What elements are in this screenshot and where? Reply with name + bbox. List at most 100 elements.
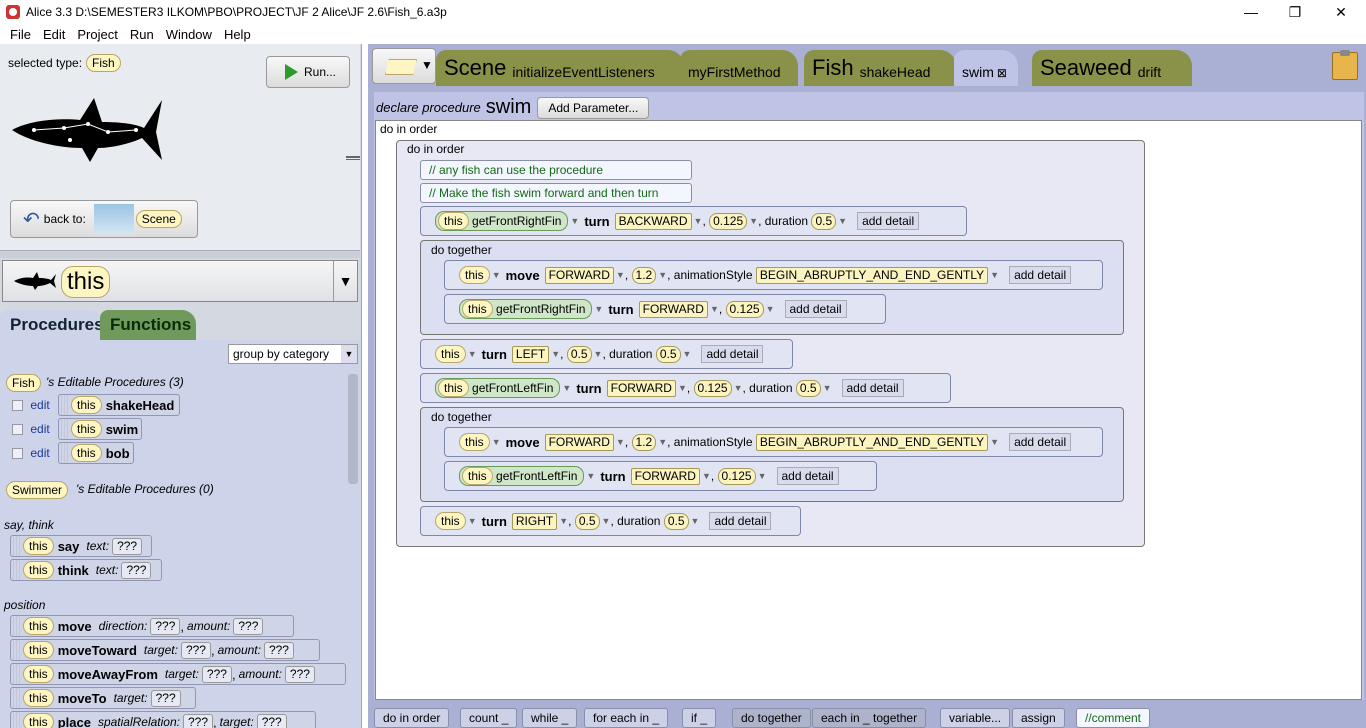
ctrl-assign[interactable]: assign [1012,708,1065,728]
splitter-handle[interactable] [346,156,360,160]
tile-think[interactable]: this think text:??? [10,559,162,581]
amount-value[interactable]: 0.125 [725,300,764,318]
add-detail-button[interactable]: add detail [709,512,772,530]
arg-value: ??? [180,641,211,659]
instance-combo[interactable]: this ▼ [2,260,358,302]
menu-file[interactable]: File [10,27,31,42]
direction-value[interactable]: FORWARD [630,467,700,485]
proc-checkbox[interactable] [12,448,23,460]
tab-drift[interactable]: drift [1138,64,1161,80]
add-parameter-button[interactable]: Add Parameter... [537,96,650,119]
amount-value[interactable]: 1.2 [631,266,657,284]
tab-procedures[interactable]: Procedures [0,310,104,340]
duration-value[interactable]: 0.5 [795,379,821,397]
menu-project[interactable]: Project [77,27,117,42]
left-splitter[interactable] [0,250,360,258]
tab-close-icon[interactable]: ⊠ [997,66,1007,80]
ctrl-count[interactable]: count _ [460,708,518,728]
duration-value[interactable]: 0.5 [811,212,837,230]
proc-tile-shakehead[interactable]: this shakeHead [58,394,180,416]
tile-move[interactable]: this move direction:???, amount:??? [10,615,294,637]
add-detail-button[interactable]: add detail [1009,433,1072,451]
tab-functions[interactable]: Functions [100,310,196,340]
edit-link[interactable]: edit [30,446,49,460]
proc-name: move [57,618,92,634]
direction-value[interactable]: RIGHT [511,512,558,530]
ctrl-if[interactable]: if _ [682,708,717,728]
tab-initializeeventlisteners[interactable]: initializeEventListeners [512,64,654,80]
menu-edit[interactable]: Edit [43,27,65,42]
tab-seaweed[interactable]: Seaweed [1040,56,1132,80]
menu-run[interactable]: Run [130,27,154,42]
edit-link[interactable]: edit [30,398,49,412]
clipboard-icon[interactable] [1332,50,1358,80]
ctrl-do-in-order[interactable]: do in order [374,708,450,728]
statement-turn-left-fin[interactable]: this getFrontLeftFin ▼ turn FORWARD ▼, 0.1… [420,373,951,403]
combo-dropdown-icon[interactable]: ▼ [333,261,357,301]
duration-value[interactable]: 0.5 [655,345,681,363]
statement-turn-right[interactable]: this ▼ turn RIGHT ▼, 0.5 ▼ , duration 0.5 ▼ … [420,506,801,536]
statement-turn-left-fin-2[interactable]: this getFrontLeftFin ▼ turn FORWARD ▼, 0.1… [444,461,877,491]
direction-value[interactable]: FORWARD [606,379,676,397]
add-detail-button[interactable]: add detail [776,467,839,485]
tab-scene[interactable]: Scene [444,56,506,80]
direction-value[interactable]: FORWARD [544,266,614,284]
run-button[interactable]: Run... [266,56,350,88]
add-detail-button[interactable]: add detail [701,345,764,363]
tab-swim-active[interactable]: swim ⊠ [954,50,1018,86]
amount-value[interactable]: 0.125 [709,212,748,230]
direction-value[interactable]: BACKWARD [614,212,692,230]
amount-value[interactable]: 1.2 [631,433,657,451]
palette-scrollbar[interactable] [348,374,358,484]
ctrl-comment[interactable]: //comment [1076,708,1151,728]
comment-1[interactable]: // any fish can use the procedure [420,160,692,180]
dropdown-icon[interactable]: ▼ [570,216,579,226]
tile-say[interactable]: this say text:??? [10,535,152,557]
statement-turn-right-fin[interactable]: this getFrontRightFin ▼ turn BACKWARD ▼, 0… [420,206,967,236]
proc-tile-swim[interactable]: this swim [58,418,142,440]
tile-place[interactable]: this place spatialRelation:???, target:??? [10,711,316,728]
statement-turn-left[interactable]: this ▼ turn LEFT ▼, 0.5 ▼ , duration 0.5 ▼ a… [420,339,793,369]
amount-value[interactable]: 0.125 [693,379,732,397]
tile-moveto[interactable]: this moveTo target:??? [10,687,196,709]
tab-fish[interactable]: Fish [812,56,854,80]
statement-move-forward-2[interactable]: this ▼ move FORWARD ▼, 1.2 ▼ , animationSty… [444,427,1103,457]
tab-shakehead[interactable]: shakeHead [860,64,931,80]
tab-myfirstmethod[interactable]: myFirstMethod [688,64,781,80]
duration-value[interactable]: 0.5 [663,512,689,530]
back-to-button[interactable]: ↶ back to: Scene [10,200,198,238]
type-selector-button[interactable]: ▼ [372,48,436,84]
comment-2[interactable]: // Make the fish swim forward and then t… [420,183,692,203]
statement-turn-right-fin-2[interactable]: this getFrontRightFin ▼ turn FORWARD ▼, 0.… [444,294,886,324]
add-detail-button[interactable]: add detail [784,300,847,318]
ctrl-each-in-together[interactable]: each in _ together [812,708,927,728]
amount-value[interactable]: 0.5 [566,345,592,363]
minimize-button[interactable]: — [1228,0,1274,24]
tile-movetoward[interactable]: this moveToward target:???, amount:??? [10,639,320,661]
menu-help[interactable]: Help [224,27,251,42]
ctrl-variable[interactable]: variable... [940,708,1011,728]
animation-style-value[interactable]: BEGIN_ABRUPTLY_AND_END_GENTLY [755,266,989,284]
ctrl-while[interactable]: while _ [522,708,578,728]
ctrl-for-each-in[interactable]: for each in _ [584,708,669,728]
direction-value[interactable]: FORWARD [544,433,614,451]
group-by-select[interactable]: group by category ▼ [228,344,358,364]
maximize-button[interactable]: ❐ [1272,0,1318,24]
menu-window[interactable]: Window [166,27,212,42]
tile-moveawayfrom[interactable]: this moveAwayFrom target:???, amount:??? [10,663,346,685]
direction-value[interactable]: FORWARD [638,300,708,318]
close-button[interactable]: ✕ [1318,0,1364,24]
animation-style-value[interactable]: BEGIN_ABRUPTLY_AND_END_GENTLY [755,433,989,451]
ctrl-do-together[interactable]: do together [732,708,811,728]
direction-value[interactable]: LEFT [511,345,550,363]
add-detail-button[interactable]: add detail [841,379,904,397]
proc-checkbox[interactable] [12,424,23,436]
amount-value[interactable]: 0.125 [717,467,756,485]
statement-move-forward-1[interactable]: this ▼ move FORWARD ▼, 1.2 ▼ , animationSty… [444,260,1103,290]
add-detail-button[interactable]: add detail [1009,266,1072,284]
amount-value[interactable]: 0.5 [574,512,600,530]
edit-link[interactable]: edit [30,422,49,436]
proc-checkbox[interactable] [12,400,23,412]
proc-tile-bob[interactable]: this bob [58,442,134,464]
add-detail-button[interactable]: add detail [857,212,920,230]
